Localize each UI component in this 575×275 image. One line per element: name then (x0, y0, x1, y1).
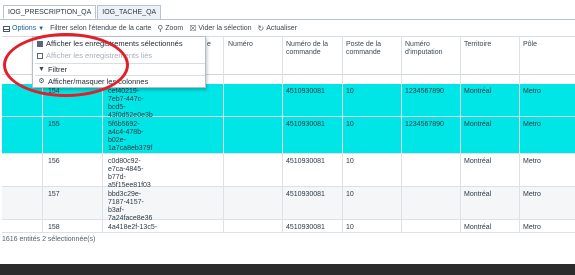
gear-icon: ⚙ (38, 78, 45, 85)
tab-iog-tache[interactable]: IOG_TACHE_QA (97, 5, 162, 19)
clear-selection-button[interactable]: ☒ Vider la sélection (189, 24, 251, 33)
row-commande: 4510930081 (286, 88, 325, 95)
column-header-numero[interactable]: Numéro (228, 41, 253, 49)
row-pole: Metro (523, 158, 541, 165)
row-pole: Metro (523, 121, 541, 128)
row-pole: Metro (523, 224, 541, 231)
menu-item-label: Afficher les enregistrements liés (46, 51, 153, 60)
table-row[interactable]: 156 c0d80c92-e7ca-4845-b77d-a5f15ee81f03… (2, 154, 575, 189)
column-header-territoire[interactable]: Territoire (464, 41, 491, 49)
tab-iog-prescription[interactable]: IOG_PRESCRIPTION_QA (3, 5, 97, 19)
row-poste: 10 (346, 158, 354, 165)
zoom-icon: ⚲ (157, 24, 164, 33)
row-commande: 4510930081 (286, 158, 325, 165)
zoom-button[interactable]: ⚲ Zoom (157, 24, 183, 33)
grid-icon (3, 25, 10, 32)
table-row[interactable]: 157 bbd3c29e-7187-4157-b3af-7a24face8e36… (2, 187, 575, 222)
row-poste: 10 (346, 191, 354, 198)
checkbox-icon (37, 52, 43, 59)
options-label: Options (12, 25, 37, 32)
tab-divider (0, 19, 575, 20)
toolbar: Options ▼ Filtrer selon l'étendue de la … (3, 22, 303, 35)
column-header-poste-commande[interactable]: Poste de la commande (346, 41, 396, 57)
row-imputation: 1234567890 (405, 88, 444, 95)
row-commande: 4510930081 (286, 191, 325, 198)
column-header-numero-imputation[interactable]: Numéro d'imputation (405, 41, 455, 57)
menu-item-toggle-columns[interactable]: ⚙ Afficher/masquer les colonnes (35, 75, 205, 86)
menu-item-show-selected[interactable]: Afficher les enregistrements sélectionné… (35, 38, 205, 49)
row-id: 155 (48, 121, 60, 128)
row-pole: Metro (523, 88, 541, 95)
table-row[interactable]: 154 cef40219-7eb7-447c-bcd5-43f0d52e0e3b… (2, 84, 575, 119)
column-header-pole[interactable]: Pôle (523, 41, 537, 49)
row-territoire: Montréal (464, 88, 492, 95)
menu-item-filter[interactable]: ▼ Filtrer (35, 63, 205, 74)
bottom-bar (0, 264, 575, 275)
row-territoire: Montréal (464, 121, 492, 128)
options-menu: Afficher les enregistrements sélectionné… (32, 36, 206, 88)
table-row[interactable]: 158 4a418e2f-13c5- 4510930081 10 Montréa… (2, 220, 575, 233)
options-button[interactable]: Options ▼ (3, 25, 44, 32)
column-header-e[interactable]: e (207, 41, 211, 49)
menu-item-show-related: Afficher les enregistrements liés (35, 50, 205, 61)
row-commande: 4510930081 (286, 224, 325, 231)
clear-selection-icon: ☒ (189, 24, 197, 33)
menu-item-label: Afficher les enregistrements sélectionné… (46, 39, 183, 48)
row-id: 158 (48, 224, 60, 231)
column-divider (519, 37, 520, 233)
column-divider (460, 37, 461, 233)
zoom-label: Zoom (165, 25, 184, 32)
row-id: 157 (48, 191, 60, 198)
selection-status: 1616 entités 2 sélectionnée(s) (2, 236, 96, 243)
row-guid: cef40219-7eb7-447c-bcd5-43f0d52e0e3b (108, 88, 153, 119)
row-guid: c0d80c92-e7ca-4845-b77d-a5f15ee81f03 (108, 158, 151, 189)
row-id: 154 (48, 88, 60, 95)
row-guid: 4a418e2f-13c5- (108, 224, 158, 231)
refresh-button[interactable]: ↻ Actualiser (258, 24, 297, 33)
checkbox-icon (37, 40, 43, 47)
tab-bar: IOG_PRESCRIPTION_QA IOG_TACHE_QA (3, 5, 162, 19)
column-divider (223, 37, 224, 233)
menu-item-label: Afficher/masquer les colonnes (48, 76, 149, 86)
row-territoire: Montréal (464, 158, 492, 165)
chevron-down-icon: ▼ (38, 25, 45, 32)
filter-extent-button[interactable]: Filtrer selon l'étendue de la carte (50, 25, 151, 32)
row-pole: Metro (523, 191, 541, 198)
row-territoire: Montréal (464, 224, 492, 231)
column-divider (401, 37, 402, 233)
menu-item-label: Filtrer (48, 64, 68, 74)
filter-icon: ▼ (38, 65, 45, 73)
row-territoire: Montréal (464, 191, 492, 198)
clear-selection-label: Vider la sélection (198, 25, 252, 32)
row-imputation: 1234567890 (405, 121, 444, 128)
row-id: 156 (48, 158, 60, 165)
row-guid: 5f6b5692-a4c4-478b-b02e-1a7ca8eb379f (108, 121, 153, 152)
row-poste: 10 (346, 224, 354, 231)
column-divider (282, 37, 283, 233)
row-guid: bbd3c29e-7187-4157-b3af-7a24face8e36 (108, 191, 153, 222)
column-divider (342, 37, 343, 233)
column-header-numero-commande[interactable]: Numéro de la commande (286, 41, 338, 57)
row-commande: 4510930081 (286, 121, 325, 128)
refresh-label: Actualiser (266, 25, 297, 32)
row-poste: 10 (346, 121, 354, 128)
table-row[interactable]: 155 5f6b5692-a4c4-478b-b02e-1a7ca8eb379f… (2, 117, 575, 154)
refresh-icon: ↻ (257, 24, 265, 33)
row-poste: 10 (346, 88, 354, 95)
